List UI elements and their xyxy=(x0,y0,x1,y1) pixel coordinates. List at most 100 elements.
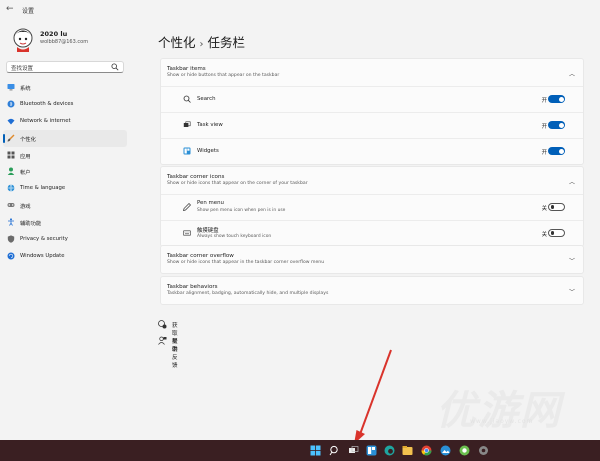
toggle-state-label: 开 xyxy=(541,150,547,156)
row-label: Task view xyxy=(197,122,223,128)
toggle-state-label: 开 xyxy=(541,124,547,130)
search-placeholder: 查找设置 xyxy=(11,66,34,72)
watermark-logo: 优游网 xyxy=(436,388,562,434)
user-email: wolbb87@163.com xyxy=(40,39,89,45)
user-name: 2020 lu xyxy=(40,30,68,38)
sidebar-item-label: Privacy & security xyxy=(20,236,68,243)
breadcrumb-separator-icon: › xyxy=(199,39,204,50)
section-subtitle: Show or hide buttons that appear on the … xyxy=(167,73,280,78)
sidebar-item-apps[interactable]: 应用 xyxy=(3,147,127,164)
section-subtitle: Show or hide icons that appear on the co… xyxy=(167,181,308,186)
corner-icons-header[interactable]: Taskbar corner icons Show or hide icons … xyxy=(161,167,583,194)
sidebar-item-accounts[interactable]: 帐户 xyxy=(3,163,127,180)
row-label: Pen menu xyxy=(197,200,224,206)
taskbar-item-row-search: Search 开 xyxy=(161,86,583,112)
sidebar-item-system[interactable]: 系统 xyxy=(3,79,127,96)
search-icon xyxy=(183,95,191,103)
link-label: 提供反馈 xyxy=(172,339,178,369)
task-view-icon xyxy=(183,121,191,127)
watermark-url: www.jiaoyw.com xyxy=(470,418,534,425)
sidebar-item-windows-update[interactable]: Windows Update xyxy=(3,248,127,265)
sidebar-nav: 系统 Bluetooth & devices Network & interne… xyxy=(3,79,127,265)
breadcrumb-current: 任务栏 xyxy=(207,35,246,50)
widgets-icon[interactable] xyxy=(366,445,377,456)
update-icon xyxy=(7,252,15,260)
title-bar: ← 设置 xyxy=(0,0,600,20)
person-icon xyxy=(7,167,15,176)
app-title: 设置 xyxy=(22,8,35,15)
sidebar-item-label: 个性化 xyxy=(20,136,36,143)
feedback-icon xyxy=(158,336,167,345)
page-title: 个性化 › 任务栏 xyxy=(158,32,245,51)
explorer-icon[interactable] xyxy=(402,445,413,456)
sidebar-item-bluetooth[interactable]: Bluetooth & devices xyxy=(3,96,127,113)
gamepad-icon xyxy=(7,203,15,208)
search-icon[interactable] xyxy=(329,445,340,456)
row-label: Search xyxy=(197,96,216,102)
breadcrumb-parent[interactable]: 个性化 xyxy=(158,35,196,50)
sidebar-item-personalization[interactable]: 个性化 xyxy=(3,129,127,147)
windows-taskbar xyxy=(0,440,600,461)
section-subtitle: Taskbar alignment, badging, automaticall… xyxy=(167,291,329,296)
search-icon xyxy=(111,63,119,71)
taskbar-item-row-widgets: Widgets 开 xyxy=(161,138,583,164)
taskbar-items-header[interactable]: Taskbar items Show or hide buttons that … xyxy=(161,59,583,86)
behaviors-header[interactable]: Taskbar behaviors Taskbar alignment, bad… xyxy=(161,277,583,304)
toggle-state-label: 关 xyxy=(541,206,547,212)
row-sublabel: Always show touch keyboard icon xyxy=(197,234,272,239)
accessibility-icon xyxy=(8,218,14,226)
edge-icon[interactable] xyxy=(384,445,395,456)
start-icon[interactable] xyxy=(310,445,321,456)
sidebar-item-time-language[interactable]: Time & language xyxy=(3,180,127,197)
sidebar-item-privacy-security[interactable]: Privacy & security xyxy=(3,231,127,248)
widgets-toggle[interactable] xyxy=(548,147,565,155)
user-profile[interactable]: 2020 lu wolbb87@163.com xyxy=(10,26,130,56)
chevron-down-icon[interactable]: ﹀ xyxy=(569,287,575,296)
section-title: Taskbar corner overflow xyxy=(167,253,234,259)
sidebar-item-gaming[interactable]: 游戏 xyxy=(3,197,127,214)
task-view-icon[interactable] xyxy=(348,445,359,456)
touch-keyboard-toggle[interactable] xyxy=(548,229,565,237)
apps-icon xyxy=(7,151,15,159)
section-title: Taskbar items xyxy=(167,66,206,72)
section-subtitle: Show or hide icons that appear in the ta… xyxy=(167,260,325,265)
keyboard-icon xyxy=(183,230,191,236)
photos-icon[interactable] xyxy=(440,445,451,456)
monitor-icon xyxy=(7,84,15,91)
store-icon[interactable] xyxy=(459,445,470,456)
pen-icon xyxy=(183,203,191,211)
row-label: Widgets xyxy=(197,148,219,154)
wifi-icon xyxy=(7,118,15,125)
pen-menu-toggle[interactable] xyxy=(548,203,565,211)
sidebar-item-label: Windows Update xyxy=(20,252,65,259)
bluetooth-icon xyxy=(7,100,15,108)
sidebar-item-label: Time & language xyxy=(20,185,66,192)
task-view-toggle[interactable] xyxy=(548,121,565,129)
sidebar-item-accessibility[interactable]: 辅助功能 xyxy=(3,214,127,231)
chrome-icon[interactable] xyxy=(421,445,432,456)
back-arrow-icon[interactable]: ← xyxy=(6,4,14,14)
corner-icon-row-pen-menu: Pen menu Show pen menu icon when pen is … xyxy=(161,194,583,220)
section-title: Taskbar behaviors xyxy=(167,284,218,290)
row-label: 触摸键盘 xyxy=(197,228,219,234)
toggle-state-label: 开 xyxy=(541,98,547,104)
sidebar-item-label: 辅助功能 xyxy=(20,221,42,228)
behaviors-panel[interactable]: Taskbar behaviors Taskbar alignment, bad… xyxy=(160,276,584,305)
sidebar-item-label: 帐户 xyxy=(20,170,31,177)
corner-overflow-panel[interactable]: Taskbar corner overflow Show or hide ico… xyxy=(160,245,584,274)
chevron-down-icon[interactable]: ﹀ xyxy=(569,256,575,265)
search-toggle[interactable] xyxy=(548,95,565,103)
sidebar-item-network[interactable]: Network & internet xyxy=(3,113,127,130)
sidebar-item-label: 系统 xyxy=(20,86,31,92)
sidebar-item-label: 游戏 xyxy=(20,204,31,211)
taskbar-item-row-task-view: Task view 开 xyxy=(161,112,583,138)
chevron-up-icon[interactable]: ︿ xyxy=(569,177,575,186)
shield-icon xyxy=(7,235,15,243)
chevron-up-icon[interactable]: ︿ xyxy=(569,69,575,78)
brush-icon xyxy=(7,134,15,142)
settings-search-input[interactable]: 查找设置 xyxy=(6,61,124,73)
sidebar-item-label: 应用 xyxy=(20,153,31,160)
settings-icon[interactable] xyxy=(478,445,489,456)
corner-overflow-header[interactable]: Taskbar corner overflow Show or hide ico… xyxy=(161,246,583,273)
taskbar-items-panel: Taskbar items Show or hide buttons that … xyxy=(160,58,584,165)
